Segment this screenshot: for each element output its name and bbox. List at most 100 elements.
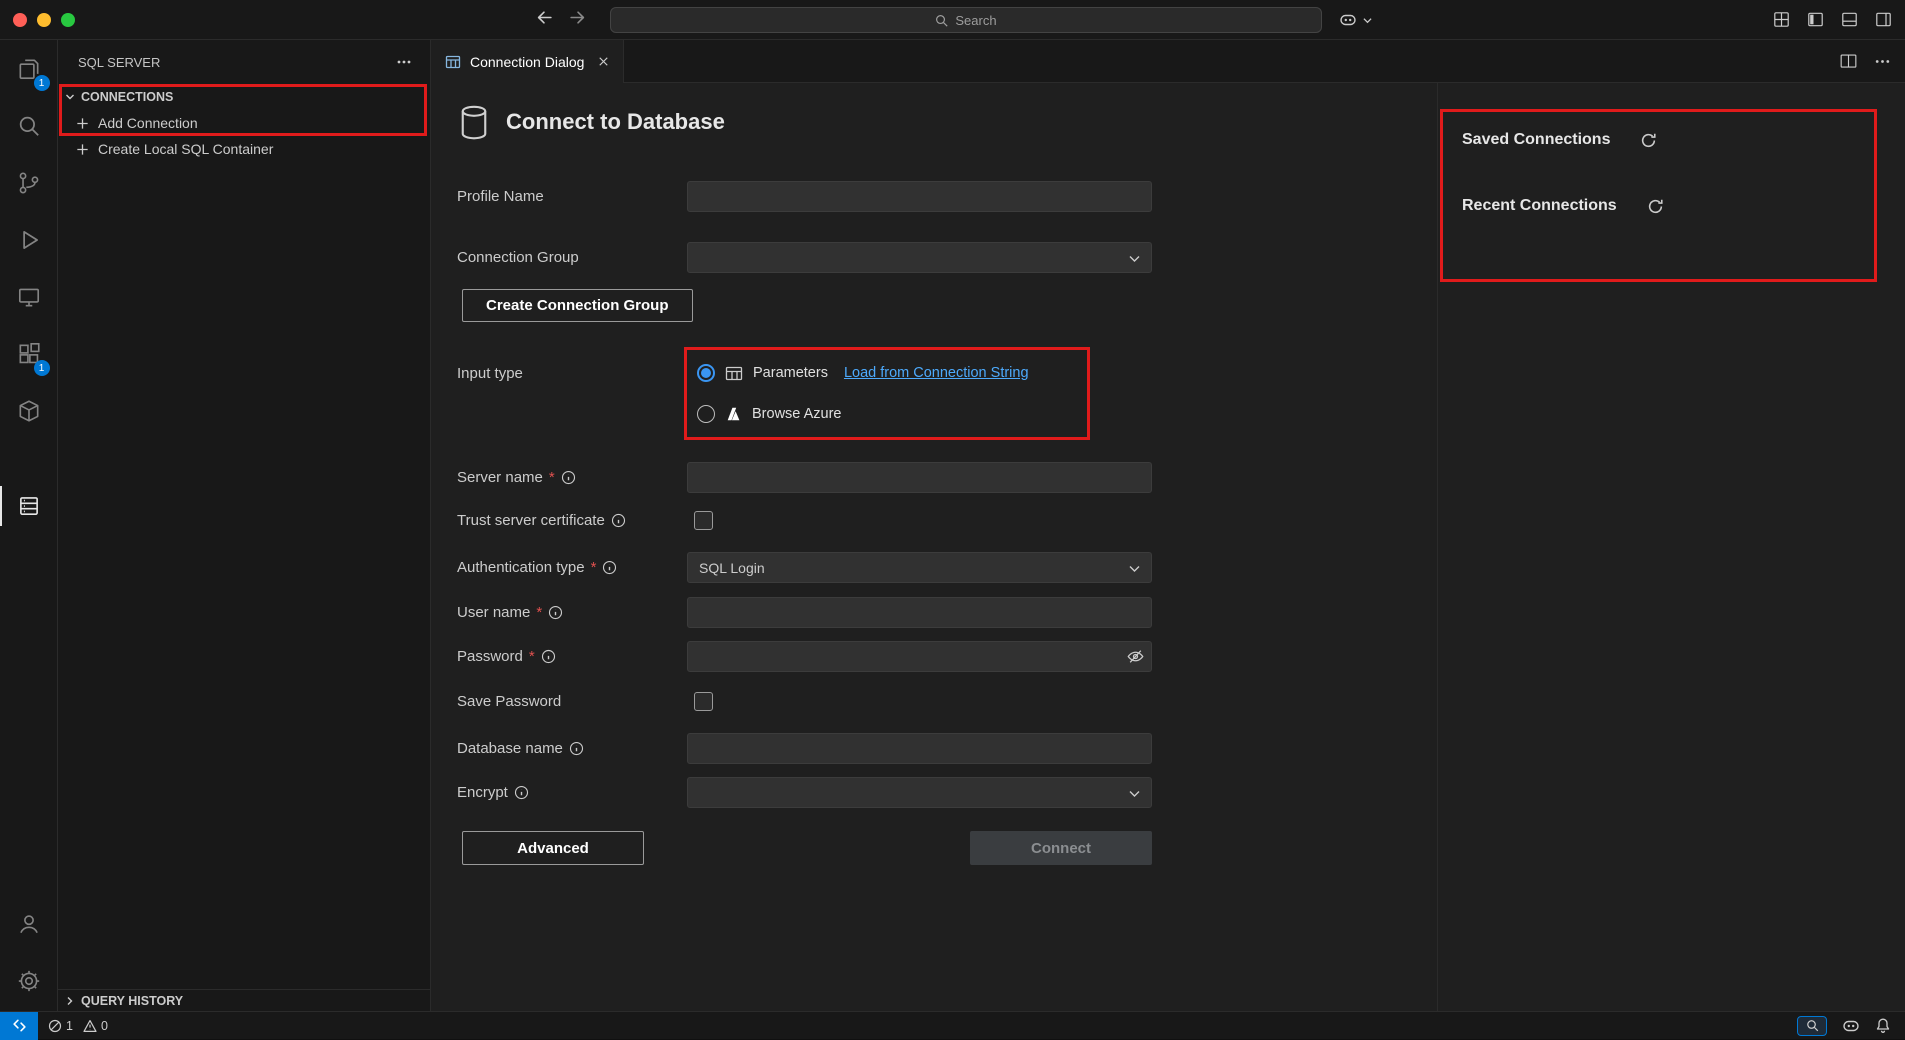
- activitybar-sql-server[interactable]: [0, 482, 58, 530]
- authentication-type-dropdown[interactable]: SQL Login: [687, 552, 1152, 583]
- toggle-panel-icon[interactable]: [1841, 11, 1858, 28]
- recent-connections-label: Recent Connections: [1462, 197, 1617, 215]
- activitybar-accounts[interactable]: [0, 900, 58, 948]
- activitybar-remote-explorer[interactable]: [0, 273, 58, 321]
- query-history-section-header[interactable]: QUERY HISTORY: [58, 989, 430, 1011]
- connections-section-label: CONNECTIONS: [81, 90, 173, 104]
- info-icon[interactable]: [548, 605, 563, 620]
- window-controls: [13, 13, 75, 27]
- trust-server-certificate-checkbox[interactable]: [694, 511, 713, 530]
- required-marker: *: [591, 559, 597, 576]
- activitybar-run-debug[interactable]: [0, 216, 58, 264]
- activitybar-extensions[interactable]: 1: [0, 330, 58, 378]
- load-connection-string-link[interactable]: Load from Connection String: [844, 365, 1029, 381]
- refresh-icon[interactable]: [1647, 198, 1664, 215]
- connection-dialog-pane: Connect to Database Profile Name Connect…: [431, 83, 1437, 1011]
- copilot-titlebar-button[interactable]: [1338, 10, 1372, 30]
- customize-layout-icon[interactable]: [1773, 11, 1790, 28]
- authentication-type-row: Authentication type * SQL Login: [457, 552, 1152, 583]
- connections-section-header[interactable]: CONNECTIONS: [58, 84, 430, 110]
- save-password-checkbox[interactable]: [694, 692, 713, 711]
- authentication-type-label: Authentication type: [457, 559, 585, 576]
- remote-indicator[interactable]: [0, 1012, 38, 1040]
- info-icon[interactable]: [569, 741, 584, 756]
- advanced-button[interactable]: Advanced: [462, 831, 644, 865]
- activitybar-explorer[interactable]: 1: [0, 45, 58, 93]
- password-input[interactable]: [687, 641, 1152, 672]
- close-window-button[interactable]: [13, 13, 27, 27]
- add-connection-item[interactable]: Add Connection: [58, 110, 430, 136]
- required-marker: *: [536, 604, 542, 621]
- required-marker: *: [549, 469, 555, 486]
- profile-name-input[interactable]: [687, 181, 1152, 212]
- copilot-status-icon[interactable]: [1841, 1016, 1861, 1036]
- toggle-primary-sidebar-icon[interactable]: [1807, 11, 1824, 28]
- split-editor-icon[interactable]: [1839, 52, 1858, 71]
- sidebar-title: SQL SERVER: [78, 55, 160, 70]
- browse-azure-option-label[interactable]: Browse Azure: [752, 406, 841, 422]
- chevron-right-icon: [64, 995, 76, 1007]
- titlebar: Search: [0, 0, 1905, 40]
- forward-arrow-icon[interactable]: [569, 9, 586, 26]
- run-debug-icon: [16, 227, 42, 253]
- server-name-row: Server name *: [457, 462, 1152, 493]
- info-icon[interactable]: [541, 649, 556, 664]
- encrypt-dropdown[interactable]: [687, 777, 1152, 808]
- zoom-icon: [1806, 1019, 1819, 1032]
- create-connection-group-button[interactable]: Create Connection Group: [462, 289, 693, 322]
- more-actions-icon[interactable]: [1874, 53, 1891, 70]
- editor-actions: [1839, 40, 1891, 83]
- activitybar-source-control[interactable]: [0, 159, 58, 207]
- info-icon[interactable]: [611, 513, 626, 528]
- connect-button[interactable]: Connect: [970, 831, 1152, 865]
- editor-area: Connection Dialog Connect to Database: [431, 40, 1905, 1011]
- activitybar-settings[interactable]: [0, 957, 58, 1005]
- search-placeholder: Search: [955, 13, 996, 28]
- create-local-sql-container-item[interactable]: Create Local SQL Container: [58, 136, 430, 162]
- input-type-label: Input type: [457, 365, 523, 382]
- tab-close-icon[interactable]: [596, 54, 611, 69]
- activitybar-search[interactable]: [0, 102, 58, 150]
- database-name-input[interactable]: [687, 733, 1152, 764]
- maximize-window-button[interactable]: [61, 13, 75, 27]
- chevron-down-icon: [1129, 790, 1140, 798]
- user-name-input[interactable]: [687, 597, 1152, 628]
- minimize-window-button[interactable]: [37, 13, 51, 27]
- chevron-down-icon: [1363, 17, 1372, 24]
- user-name-label: User name: [457, 604, 530, 621]
- add-icon: [75, 142, 90, 157]
- back-arrow-icon[interactable]: [536, 9, 553, 26]
- activitybar-containers[interactable]: [0, 387, 58, 435]
- refresh-icon[interactable]: [1640, 132, 1657, 149]
- problems-indicator[interactable]: 1 0: [48, 1019, 114, 1033]
- zoom-indicator[interactable]: [1797, 1016, 1827, 1036]
- input-type-row-parameters: Input type Parameters Load from Connecti…: [457, 357, 1029, 389]
- server-name-input[interactable]: [687, 462, 1152, 493]
- trust-server-certificate-row: Trust server certificate: [457, 505, 713, 536]
- info-icon[interactable]: [514, 785, 529, 800]
- user-name-row: User name *: [457, 597, 1152, 628]
- search-command-center[interactable]: Search: [610, 7, 1322, 33]
- browse-azure-radio[interactable]: [697, 405, 715, 423]
- info-icon[interactable]: [561, 470, 576, 485]
- connections-side-panel: Saved Connections Recent Connections: [1437, 83, 1905, 1011]
- server-name-label: Server name: [457, 469, 543, 486]
- notifications-bell-icon[interactable]: [1875, 1017, 1891, 1034]
- layout-controls: [1773, 11, 1892, 28]
- info-icon[interactable]: [602, 560, 617, 575]
- history-navigation: [536, 9, 586, 26]
- more-actions-icon[interactable]: [396, 54, 412, 70]
- parameters-radio[interactable]: [697, 364, 715, 382]
- connection-group-dropdown[interactable]: [687, 242, 1152, 273]
- vscode-window: Search 1: [0, 0, 1905, 1039]
- toggle-password-visibility-icon[interactable]: [1127, 648, 1144, 665]
- add-connection-label: Add Connection: [98, 115, 198, 131]
- error-count: 1: [66, 1019, 73, 1033]
- create-local-sql-container-label: Create Local SQL Container: [98, 141, 273, 157]
- toggle-secondary-sidebar-icon[interactable]: [1875, 11, 1892, 28]
- parameters-option-label[interactable]: Parameters: [753, 365, 828, 381]
- source-control-icon: [16, 170, 42, 196]
- copilot-icon: [1338, 10, 1358, 30]
- tab-connection-dialog[interactable]: Connection Dialog: [431, 40, 624, 83]
- encrypt-row: Encrypt: [457, 777, 1152, 808]
